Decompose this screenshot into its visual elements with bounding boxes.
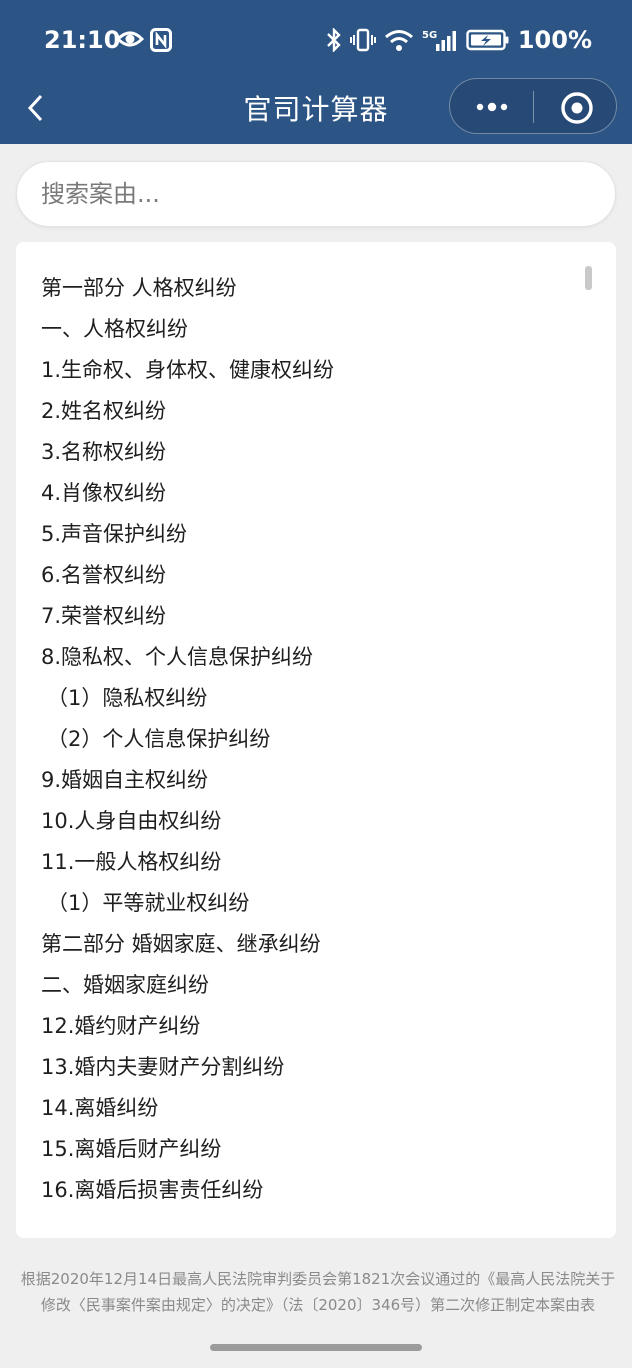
- close-miniprogram-icon[interactable]: [560, 91, 594, 125]
- list-item[interactable]: （1）隐私权纠纷: [41, 678, 581, 719]
- capsule-divider: [533, 91, 534, 123]
- case-list: 第一部分 人格权纠纷 一、人格权纠纷 1.生命权、身体权、健康权纠纷 2.姓名权纠纷 3…: [41, 268, 581, 1211]
- list-item[interactable]: 6.名誉权纠纷: [41, 555, 581, 596]
- list-item[interactable]: 14.离婚纠纷: [41, 1088, 581, 1129]
- list-item[interactable]: 5.声音保护纠纷: [41, 514, 581, 555]
- battery-percentage: 100%: [517, 26, 592, 54]
- network-type: 5G: [422, 30, 437, 41]
- search-box: [16, 161, 616, 227]
- wifi-icon: [384, 30, 413, 51]
- case-category-list[interactable]: 第一部分 人格权纠纷 一、人格权纠纷 1.生命权、身体权、健康权纠纷 2.姓名权纠纷 3…: [16, 242, 616, 1238]
- scrollbar-thumb[interactable]: [585, 266, 592, 290]
- list-item[interactable]: （1）平等就业权纠纷: [41, 883, 581, 924]
- list-item[interactable]: 7.荣誉权纠纷: [41, 596, 581, 637]
- list-item[interactable]: 第一部分 人格权纠纷: [41, 268, 581, 309]
- list-item[interactable]: 16.离婚后损害责任纠纷: [41, 1170, 581, 1211]
- miniprogram-capsule: [449, 78, 617, 134]
- list-item[interactable]: 2.姓名权纠纷: [41, 391, 581, 432]
- app-header: 21:10 5G 100% 官司计算器: [0, 0, 632, 144]
- status-time: 21:10: [44, 26, 121, 54]
- status-icons: 5G 100%: [326, 26, 592, 54]
- battery-charging-icon: [466, 29, 509, 51]
- search-input[interactable]: [41, 162, 591, 226]
- list-item[interactable]: （2）个人信息保护纠纷: [41, 719, 581, 760]
- list-item[interactable]: 1.生命权、身体权、健康权纠纷: [41, 350, 581, 391]
- footer-note: 根据2020年12月14日最高人民法院审判委员会第1821次会议通过的《最高人民…: [20, 1270, 616, 1314]
- cellular-signal-icon: 5G: [422, 30, 456, 51]
- list-item[interactable]: 12.婚约财产纠纷: [41, 1006, 581, 1047]
- vibrate-icon: [349, 28, 376, 52]
- list-item[interactable]: 3.名称权纠纷: [41, 432, 581, 473]
- list-item[interactable]: 13.婚内夫妻财产分割纠纷: [41, 1047, 581, 1088]
- list-item[interactable]: 15.离婚后财产纠纷: [41, 1129, 581, 1170]
- status-bar: 21:10 5G 100%: [0, 0, 632, 80]
- list-item[interactable]: 一、人格权纠纷: [41, 309, 581, 350]
- nav-bar: 官司计算器: [0, 78, 632, 144]
- list-item[interactable]: 9.婚姻自主权纠纷: [41, 760, 581, 801]
- list-item[interactable]: 二、婚姻家庭纠纷: [41, 965, 581, 1006]
- bluetooth-icon: [326, 28, 341, 52]
- list-item[interactable]: 10.人身自由权纠纷: [41, 801, 581, 842]
- list-item[interactable]: 8.隐私权、个人信息保护纠纷: [41, 637, 581, 678]
- more-icon[interactable]: [472, 95, 512, 119]
- home-indicator[interactable]: [210, 1344, 422, 1351]
- eye-icon: [116, 31, 144, 47]
- list-item[interactable]: 11.一般人格权纠纷: [41, 842, 581, 883]
- list-item[interactable]: 第二部分 婚姻家庭、继承纠纷: [41, 924, 581, 965]
- list-item[interactable]: 4.肖像权纠纷: [41, 473, 581, 514]
- nfc-icon: [150, 28, 172, 52]
